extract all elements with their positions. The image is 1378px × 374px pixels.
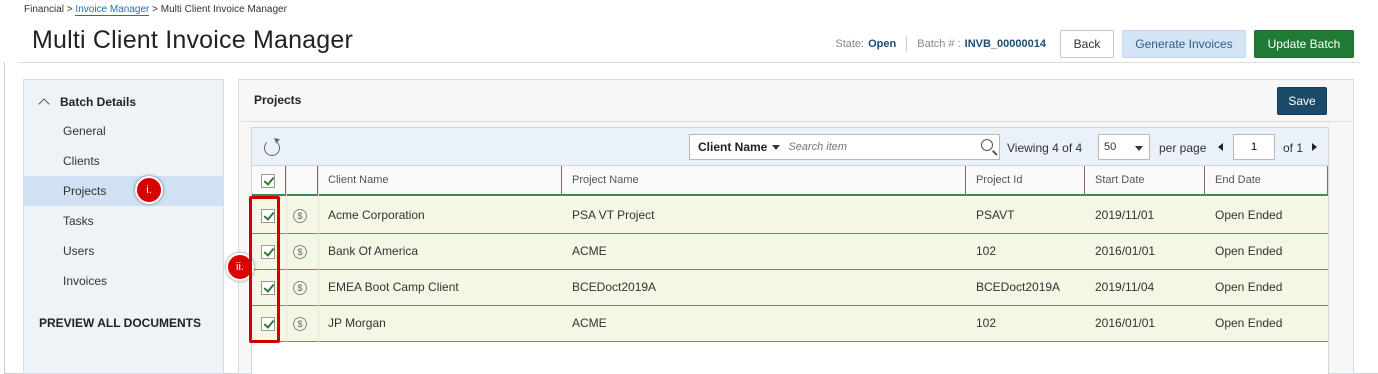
column-header-client-name[interactable]: Client Name — [318, 166, 562, 196]
cell-project-name: ACME — [572, 244, 607, 258]
sidebar: Batch Details General Clients Projects T… — [23, 79, 224, 374]
breadcrumb: Financial > Invoice Manager > Multi Clie… — [24, 4, 287, 16]
chevron-up-icon — [38, 98, 50, 110]
sidebar-item-users[interactable]: Users — [24, 236, 223, 266]
cell-start-date: 2016/01/01 — [1095, 316, 1156, 330]
page-number-input[interactable] — [1233, 134, 1275, 160]
table-row[interactable]: $ Bank Of America ACME 102 2016/01/01 Op… — [252, 234, 1328, 270]
preview-all-documents-link[interactable]: PREVIEW ALL DOCUMENTS — [39, 316, 201, 330]
breadcrumb-financial: Financial > — [24, 4, 73, 15]
search-box: Client Name — [689, 134, 1000, 160]
select-all-checkbox[interactable] — [261, 174, 275, 188]
cell-project-name: BCEDoct2019A — [572, 280, 657, 294]
projects-title: Projects — [254, 93, 302, 107]
cell-project-name: PSA VT Project — [572, 208, 655, 222]
table-row[interactable]: $ EMEA Boot Camp Client BCEDoct2019A BCE… — [252, 270, 1328, 306]
cell-start-date: 2019/11/04 — [1095, 280, 1155, 294]
page-of-label: of 1 — [1283, 141, 1304, 155]
next-page-icon[interactable] — [1312, 143, 1317, 151]
cell-client-name: EMEA Boot Camp Client — [328, 280, 459, 294]
viewing-count: 4 of 4 — [1052, 141, 1083, 155]
breadcrumb-invoice-manager-link[interactable]: Invoice Manager — [75, 4, 150, 16]
sidebar-item-projects[interactable]: Projects — [24, 176, 223, 206]
back-button[interactable]: Back — [1060, 30, 1114, 58]
cell-project-id: 102 — [976, 244, 997, 258]
grid-toolbar: Client Name Viewing 4 of 4 50 per page o… — [252, 128, 1328, 166]
batch-details-heading: Batch Details — [60, 95, 137, 109]
cell-start-date: 2019/11/01 — [1095, 208, 1155, 222]
save-button[interactable]: Save — [1277, 87, 1327, 115]
projects-panel: Projects Save Client Name Viewing 4 of 4… — [238, 79, 1354, 374]
cell-client-name: Bank Of America — [328, 244, 419, 258]
sidebar-item-invoices[interactable]: Invoices — [24, 266, 223, 296]
column-header-project-name[interactable]: Project Name — [562, 166, 966, 196]
cell-project-id: 102 — [976, 316, 997, 330]
breadcrumb-current: > Multi Client Invoice Manager — [152, 4, 287, 15]
column-header-project-id[interactable]: Project Id — [966, 166, 1085, 196]
per-page-value: 50 — [1104, 141, 1117, 153]
cell-end-date: Open Ended — [1215, 244, 1283, 258]
sidebar-item-clients[interactable]: Clients — [24, 146, 223, 176]
state-label: State: — [835, 38, 865, 50]
projects-grid: Client Name Viewing 4 of 4 50 per page o… — [251, 127, 1329, 374]
dollar-icon: $ — [293, 281, 307, 295]
cell-project-id: BCEDoct2019A — [976, 280, 1061, 294]
caret-down-icon — [772, 144, 781, 150]
column-header-end-date[interactable]: End Date — [1205, 166, 1328, 196]
panel-divider — [239, 121, 1353, 122]
sidebar-item-general[interactable]: General — [24, 116, 223, 146]
search-input[interactable] — [788, 141, 969, 153]
sidebar-item-tasks[interactable]: Tasks — [24, 206, 223, 236]
annotation-highlight-box — [249, 196, 280, 343]
table-row[interactable]: $ Acme Corporation PSA VT Project PSAVT … — [252, 198, 1328, 234]
cell-end-date: Open Ended — [1215, 280, 1283, 294]
search-icon[interactable] — [981, 139, 993, 151]
dollar-icon: $ — [293, 245, 307, 259]
viewing-indicator: Viewing 4 of 4 — [1007, 141, 1082, 155]
cell-end-date: Open Ended — [1215, 208, 1283, 222]
cell-client-name: Acme Corporation — [328, 208, 425, 222]
icon-column-header — [286, 166, 318, 196]
meta-divider — [906, 37, 908, 51]
select-all-cell — [252, 166, 286, 196]
cell-project-id: PSAVT — [976, 208, 1015, 222]
cell-project-name: ACME — [572, 316, 607, 330]
caret-down-icon — [1135, 146, 1143, 151]
batch-details-toggle[interactable]: Batch Details — [38, 95, 137, 110]
column-divider — [286, 166, 287, 342]
per-page-select[interactable]: 50 — [1098, 134, 1150, 160]
dollar-icon: $ — [293, 317, 307, 331]
cell-start-date: 2016/01/01 — [1095, 244, 1156, 258]
batch-value: INVB_00000014 — [964, 38, 1046, 50]
previous-page-icon[interactable] — [1218, 143, 1223, 151]
column-header-start-date[interactable]: Start Date — [1085, 166, 1205, 196]
cell-client-name: JP Morgan — [328, 316, 386, 330]
annotation-marker-i: i. — [135, 176, 163, 204]
batch-label: Batch # : — [917, 38, 961, 50]
viewing-label: Viewing — [1007, 141, 1049, 155]
generate-invoices-button[interactable]: Generate Invoices — [1122, 30, 1246, 58]
dollar-icon: $ — [293, 209, 307, 223]
state-value: Open — [868, 38, 897, 50]
column-divider — [318, 166, 319, 342]
search-filter-label: Client Name — [698, 140, 768, 154]
update-batch-button[interactable]: Update Batch — [1254, 30, 1354, 58]
table-header: Client Name Project Name Project Id Star… — [252, 166, 1328, 196]
refresh-icon[interactable] — [264, 140, 280, 156]
search-filter-dropdown[interactable]: Client Name — [690, 140, 781, 154]
cell-end-date: Open Ended — [1215, 316, 1283, 330]
page-title: Multi Client Invoice Manager — [32, 26, 354, 54]
header-actions: State: Open Batch # : INVB_00000014 Back… — [835, 30, 1354, 58]
per-page-label: per page — [1159, 141, 1207, 155]
batch-meta: State: Open Batch # : INVB_00000014 — [835, 37, 1046, 51]
table-row[interactable]: $ JP Morgan ACME 102 2016/01/01 Open End… — [252, 306, 1328, 342]
